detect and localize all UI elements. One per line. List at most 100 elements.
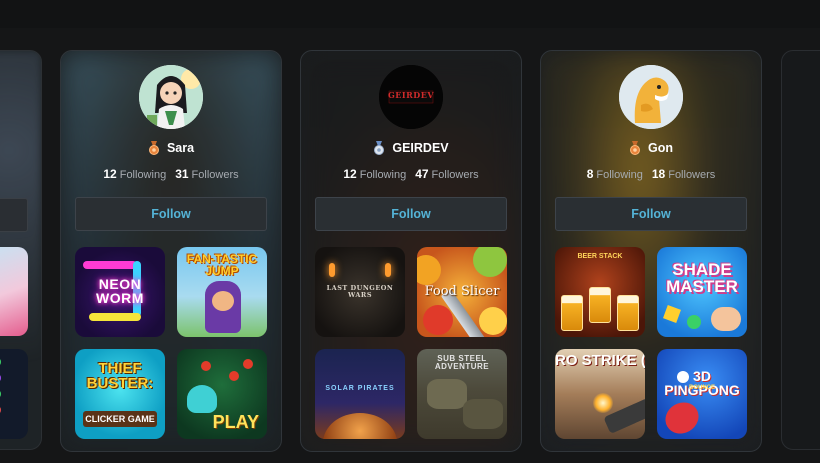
medal-icon (630, 141, 640, 155)
game-title: FAN-TASTIC JUMP (186, 252, 258, 278)
creator-card-geirdev[interactable]: GEIRDEV GEIRDEV 12 Following 47 Followers … (300, 50, 522, 452)
game-title: PLAY (212, 412, 259, 432)
terrain-shape (463, 399, 503, 429)
worm-shape (83, 261, 137, 269)
beer-mug-shape (589, 287, 611, 323)
creator-card-partial-left[interactable] (0, 50, 42, 450)
game-title: BEER STACK (577, 253, 623, 260)
creator-name-row: Sara (61, 141, 281, 155)
game-thumbnail-thief-buster[interactable]: THIEF BUSTER: CLICKER GAME (75, 349, 165, 439)
game-title: SHADE MASTER (666, 260, 738, 296)
followers-count: 47 (415, 167, 429, 181)
followers-label: Followers (191, 169, 239, 181)
creator-name[interactable]: GEIRDEV (392, 141, 448, 155)
game-thumbnail-partial[interactable] (0, 247, 28, 336)
avatar[interactable] (139, 65, 203, 129)
game-thumbnail-shade-master[interactable]: SHADE MASTER (657, 247, 747, 337)
game-thumbnail-sub-steel-adventure[interactable]: SUB STEEL ADVENTURE (417, 349, 507, 439)
beer-mug-shape (561, 295, 583, 331)
terrain-shape (427, 379, 467, 409)
following-label: Following (119, 169, 167, 181)
game-thumbnail-fan-tastic-jump[interactable]: FAN-TASTIC JUMP (177, 247, 267, 337)
apple-shape (229, 371, 239, 381)
following-label: Following (596, 169, 643, 181)
following-count: 8 (586, 167, 594, 181)
game-title: RO STRIKE (E (555, 352, 645, 369)
following-stat[interactable]: 12 Following (343, 167, 406, 181)
followers-stat[interactable]: 18 Followers (652, 167, 715, 181)
follow-button-partial[interactable] (0, 198, 28, 232)
medal-icon (374, 141, 385, 155)
followers-count: 31 (175, 167, 189, 181)
game-thumbnail-play[interactable]: PLAY (177, 349, 267, 439)
follow-button[interactable]: Follow (315, 197, 507, 231)
creator-name-row: Gon (541, 141, 761, 155)
muzzle-flash-shape (593, 393, 613, 413)
game-thumbnail-beer-stack[interactable]: BEER STACK (555, 247, 645, 337)
apple-shape (423, 305, 453, 335)
following-count: 12 (103, 167, 117, 181)
planet-shape (323, 413, 397, 439)
following-count: 12 (343, 167, 357, 181)
game-title: NEON WORM (96, 276, 144, 306)
worm-shape (89, 313, 141, 321)
creator-name[interactable]: Gon (648, 141, 673, 155)
top-bar (0, 0, 820, 28)
follow-button[interactable]: Follow (75, 197, 267, 231)
following-stat[interactable]: 8 Following (587, 167, 643, 181)
creator-card-partial-right[interactable] (781, 50, 820, 450)
game-thumbnail-partial[interactable] (0, 349, 28, 439)
creator-name[interactable]: Sara (167, 141, 194, 155)
dinosaur-avatar-icon (619, 65, 683, 129)
game-title: SUB STEEL ADVENTURE (434, 354, 490, 371)
following-stat[interactable]: 12 Following (103, 167, 166, 181)
creator-stats: 12 Following 31 Followers (61, 167, 281, 181)
game-thumbnail-solar-pirates[interactable]: SOLAR PIRATES (315, 349, 405, 439)
paddle-shape (659, 396, 705, 439)
game-thumbnail-neon-worm[interactable]: NEON WORM (75, 247, 165, 337)
creator-stats: 8 Following 18 Followers (541, 167, 761, 181)
followers-count: 18 (651, 167, 666, 181)
medal-icon (148, 141, 159, 155)
followers-stat[interactable]: 31 Followers (175, 167, 238, 181)
hand-shape (711, 307, 741, 331)
game-title: Food Slicer (424, 284, 500, 299)
girl-avatar-icon (139, 65, 203, 129)
shape-piece (663, 305, 681, 323)
beer-mug-shape (617, 295, 639, 331)
apple-shape (201, 361, 211, 371)
lemon-shape (479, 307, 507, 335)
kiwi-shape (473, 247, 507, 277)
creator-card-gon[interactable]: Gon 8 Following 18 Followers Follow BEER S… (540, 50, 762, 452)
avatar-logo-text: GEIRDEV (387, 90, 435, 100)
game-title: THIEF BUSTER: (86, 360, 154, 392)
game-subtitle: CLICKER GAME (83, 411, 157, 427)
game-thumbnail-last-dungeon-wars[interactable]: LAST DUNGEON WARS (315, 247, 405, 337)
game-subtitle: BOUNCE (688, 385, 715, 391)
game-thumbnail-3d-pingpong[interactable]: 3D PINGPONG BOUNCE (657, 349, 747, 439)
followers-stat[interactable]: 47 Followers (415, 167, 478, 181)
game-grid: NEON WORM FAN-TASTIC JUMP THIEF BUSTER: … (75, 247, 267, 439)
character-face (212, 291, 234, 311)
following-label: Following (359, 169, 407, 181)
avatar[interactable] (619, 65, 683, 129)
game-thumbnail-food-slicer[interactable]: Food Slicer (417, 247, 507, 337)
shape-piece (687, 315, 701, 329)
followers-label: Followers (431, 169, 479, 181)
torch-shape (329, 263, 335, 277)
torch-shape (385, 263, 391, 277)
follow-button[interactable]: Follow (555, 197, 747, 231)
game-grid: BEER STACK SHADE MASTER RO STRIKE (E 3D … (555, 247, 747, 439)
avatar[interactable]: GEIRDEV (379, 65, 443, 129)
creator-name-row: GEIRDEV (301, 141, 521, 155)
game-title: 3D PINGPONG (664, 368, 740, 398)
game-title: SOLAR PIRATES (325, 385, 395, 392)
octopus-shape (187, 385, 217, 413)
game-thumbnail-strike[interactable]: RO STRIKE (E (555, 349, 645, 439)
creator-stats: 12 Following 47 Followers (301, 167, 521, 181)
game-title: LAST DUNGEON WARS (326, 284, 394, 299)
creator-card-sara[interactable]: Sara 12 Following 31 Followers Follow NEON… (60, 50, 282, 452)
orange-shape (417, 255, 441, 285)
game-grid: LAST DUNGEON WARS Food Slicer SOLAR PIRA… (315, 247, 507, 439)
apple-shape (243, 359, 253, 369)
